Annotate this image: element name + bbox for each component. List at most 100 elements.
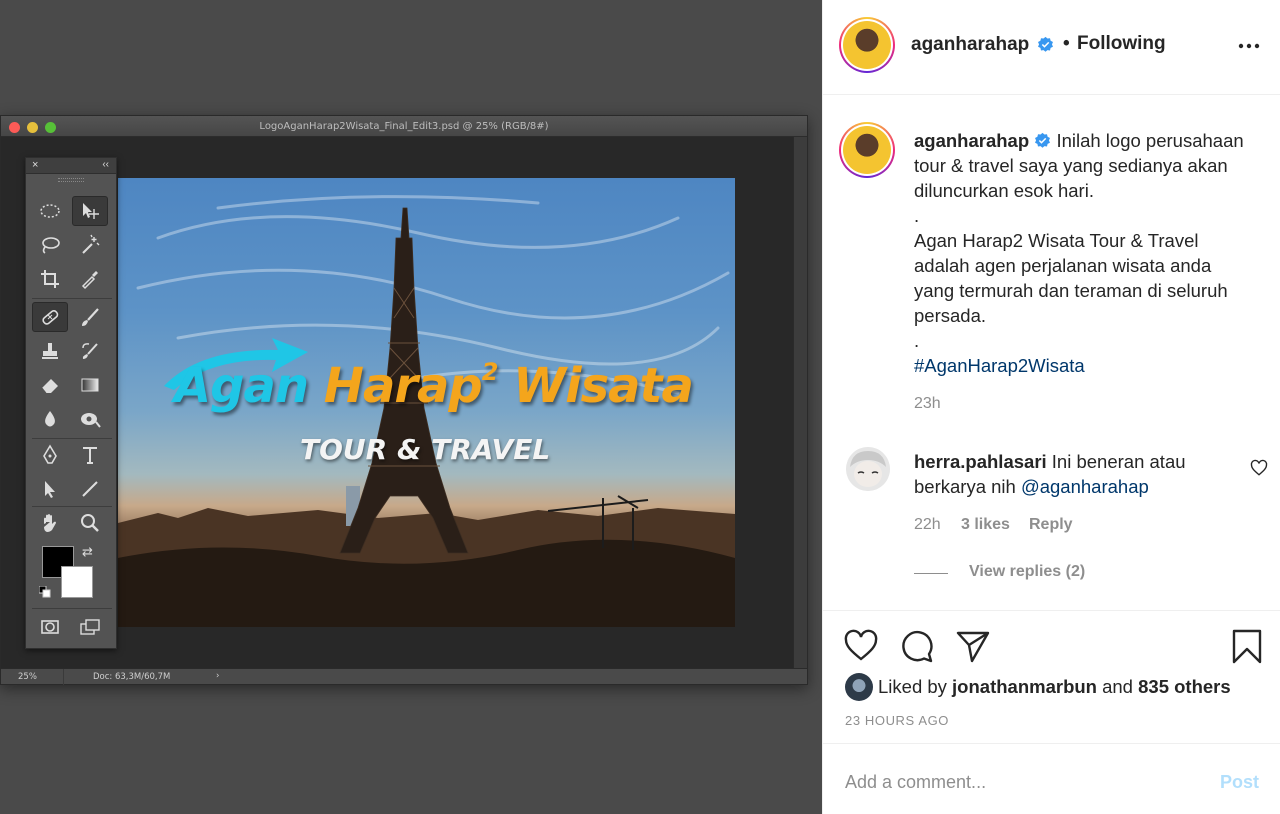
dodge-tool-icon[interactable] (72, 404, 108, 434)
comment-input[interactable] (845, 770, 1175, 794)
gradient-tool-icon[interactable] (72, 370, 108, 400)
caption-text: Agan Harap2 Wisata Tour & Travel (914, 230, 1199, 251)
chevron-right-icon: › (216, 671, 220, 681)
logo-title-part-3: Wisata (497, 358, 694, 414)
logo-subtitle: TOUR & TRAVEL (300, 433, 551, 466)
vertical-scrollbar (793, 137, 807, 669)
logo-title: Agan Harap2 Wisata (174, 358, 694, 414)
others-likes-link[interactable]: 835 others (1138, 676, 1231, 697)
post-actions: Liked by jonathanmarbun and 835 others 2… (823, 610, 1280, 743)
caption-text: adalah agen perjalanan wisata anda (914, 255, 1212, 276)
default-colors-icon[interactable] (39, 586, 51, 598)
profile-photo (843, 126, 891, 174)
post-media[interactable]: LogoAganHarap2Wisata_Final_Edit3.psd @ 2… (0, 0, 822, 814)
lasso-tool-icon[interactable] (32, 230, 68, 260)
separator-dot: • (1063, 33, 1070, 54)
eyedropper-tool-icon[interactable] (72, 264, 108, 294)
caption-text: persada. (914, 305, 986, 326)
tools-divider (32, 506, 112, 507)
status-divider (63, 669, 64, 685)
swap-colors-icon[interactable]: ⇄ (82, 544, 93, 560)
commenter-username[interactable]: herra.pahlasari (914, 451, 1047, 472)
liked-and-label: and (1102, 676, 1133, 697)
marquee-tool-icon[interactable] (32, 196, 68, 226)
quick-mask-icon[interactable] (32, 612, 68, 642)
pen-tool-icon[interactable] (32, 440, 68, 470)
zoom-tool-icon[interactable] (72, 508, 108, 538)
post-sidebar: aganharahap • Following aganharahap Inil… (822, 0, 1280, 814)
verified-badge-icon (1035, 132, 1051, 148)
comment-timestamp[interactable]: 22h (914, 516, 941, 533)
author-username[interactable]: aganharahap (911, 34, 1029, 56)
commenter-avatar[interactable] (846, 447, 890, 491)
comment-likes[interactable]: 3 likes (961, 516, 1010, 534)
logo-title-part-2: Harap (323, 358, 483, 414)
type-tool-icon[interactable] (72, 440, 108, 470)
view-replies-button[interactable]: View replies (2) (969, 563, 1085, 581)
clone-stamp-tool-icon[interactable] (32, 336, 68, 366)
reply-button[interactable]: Reply (1029, 516, 1073, 534)
close-icon[interactable]: × (32, 159, 38, 171)
tools-divider (32, 608, 112, 609)
following-button[interactable]: Following (1077, 33, 1166, 55)
caption-text: . (914, 330, 920, 351)
tools-divider (32, 438, 112, 439)
more-options-icon[interactable] (1237, 36, 1261, 56)
healing-brush-tool-icon[interactable] (32, 302, 68, 332)
move-tool-icon[interactable] (72, 196, 108, 226)
tools-panel: × ‹‹ ⇄ (25, 157, 117, 649)
panel-grip[interactable] (58, 178, 84, 182)
eraser-tool-icon[interactable] (32, 370, 68, 400)
share-paper-plane-icon[interactable] (955, 628, 991, 664)
logo-title-superscript: 2 (481, 358, 499, 386)
post-comment-button[interactable]: Post (1220, 772, 1259, 793)
background-color-swatch[interactable] (61, 566, 93, 598)
post-caption: aganharahap Inilah logo perusahaan tour … (914, 128, 1269, 378)
line-tool-icon[interactable] (72, 474, 108, 504)
logo-title-part-1: Agan (174, 358, 324, 414)
avatar[interactable] (839, 122, 895, 178)
caption-text: diluncurkan esok hari. (914, 180, 1094, 201)
comment-like-heart-icon[interactable] (1250, 459, 1268, 477)
comment-text: berkarya nih (914, 476, 1016, 497)
artwork-image: Agan Harap2 Wisata TOUR & TRAVEL (118, 178, 735, 627)
magic-wand-tool-icon[interactable] (72, 230, 108, 260)
photoshop-titlebar: LogoAganHarap2Wisata_Final_Edit3.psd @ 2… (1, 116, 807, 137)
likes-summary: Liked by jonathanmarbun and 835 others (878, 676, 1231, 698)
like-heart-icon[interactable] (843, 628, 879, 664)
caption-first-line: aganharahap Inilah logo perusahaan (914, 128, 1269, 153)
tools-divider (32, 298, 112, 299)
liker-avatar[interactable] (845, 673, 873, 701)
caption-text: tour & travel saya yang sedianya akan (914, 155, 1228, 176)
status-bar: 25% Doc: 63,3M/60,7M › (1, 668, 807, 685)
liked-by-label: Liked by (878, 676, 947, 697)
mention-link[interactable]: @aganharahap (1021, 476, 1149, 497)
caption-text: Inilah logo perusahaan (1056, 130, 1244, 151)
post-header: aganharahap • Following (823, 0, 1280, 95)
history-brush-tool-icon[interactable] (72, 336, 108, 366)
verified-badge-icon (1038, 36, 1053, 52)
commenter-photo (846, 447, 890, 491)
comment-meta: 22h 3 likes Reply (914, 516, 1073, 534)
profile-photo (843, 21, 891, 69)
add-comment-bar: Post (823, 743, 1280, 814)
save-bookmark-icon[interactable] (1229, 628, 1265, 664)
crop-tool-icon[interactable] (32, 264, 68, 294)
caption-timestamp[interactable]: 23h (914, 395, 941, 413)
hand-tool-icon[interactable] (32, 508, 68, 538)
brush-tool-icon[interactable] (72, 302, 108, 332)
avatar[interactable] (839, 17, 895, 73)
blur-tool-icon[interactable] (32, 404, 68, 434)
replies-divider (914, 573, 948, 574)
hashtag-link[interactable]: #AganHarap2Wisata (914, 353, 1269, 378)
document-size: Doc: 63,3M/60,7M (93, 672, 171, 682)
liker-username[interactable]: jonathanmarbun (952, 676, 1097, 697)
comment-bubble-icon[interactable] (899, 628, 935, 664)
post-timestamp[interactable]: 23 HOURS AGO (845, 713, 949, 728)
comment-text: Ini beneran atau (1051, 451, 1186, 472)
collapse-icon[interactable]: ‹‹ (102, 159, 109, 170)
path-selection-tool-icon[interactable] (32, 474, 68, 504)
caption-username[interactable]: aganharahap (914, 130, 1029, 151)
comment-body: herra.pahlasari Ini beneran atau berkary… (914, 449, 1244, 499)
screen-mode-icon[interactable] (72, 612, 108, 642)
